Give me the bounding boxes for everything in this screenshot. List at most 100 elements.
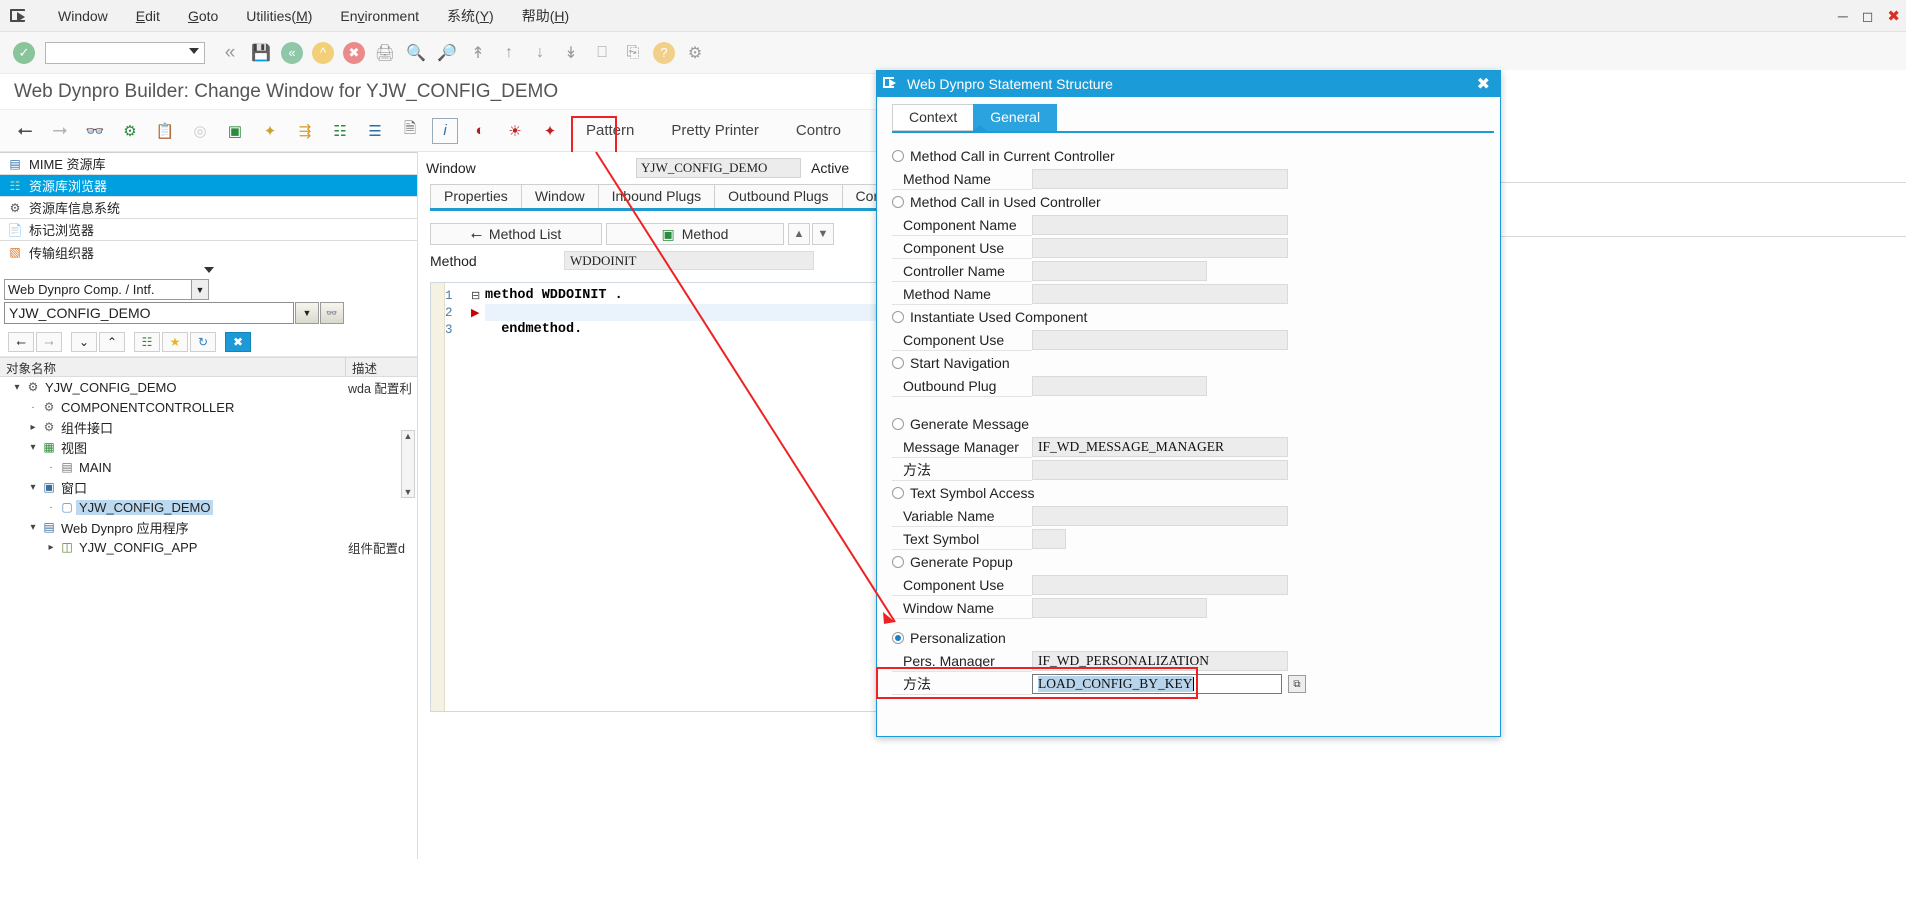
radio-method-call-current[interactable] (892, 149, 904, 162)
menu-item-window[interactable]: Window (44, 4, 122, 28)
chevron-right-icon[interactable]: ▸ (44, 542, 58, 553)
hierarchy-icon[interactable]: ☷ (327, 118, 353, 144)
method-name-used-input[interactable] (1032, 284, 1288, 304)
hierarchy-icon[interactable]: ☷ (134, 332, 160, 352)
option-method-call-current[interactable]: Method Call in Current Controller (892, 145, 1490, 166)
triangle-down-icon[interactable]: ▼ (295, 302, 319, 324)
menu-item-utilities[interactable]: Utilities(M) (232, 4, 326, 28)
chevron-down-icon[interactable] (189, 47, 199, 54)
object-type-select[interactable]: Web Dynpro Comp. / Intf. ▼ (4, 279, 209, 300)
option-start-navigation[interactable]: Start Navigation (892, 352, 1490, 373)
component-use-input[interactable] (1032, 238, 1288, 258)
option-text-symbol-access[interactable]: Text Symbol Access (892, 482, 1490, 503)
option-method-call-used[interactable]: Method Call in Used Controller (892, 191, 1490, 212)
favorites-star-icon[interactable]: ★ (162, 332, 188, 352)
window-name-input[interactable] (1032, 598, 1207, 618)
tree-row[interactable]: ▾ ▦ 视图 (0, 437, 417, 457)
menu-item-help[interactable]: 帮助(H) (508, 2, 583, 30)
radio-instantiate-used-component[interactable] (892, 310, 904, 323)
method-button[interactable]: ▣ Method (606, 223, 784, 245)
repo-item-mime[interactable]: ▤ MIME 资源库 (0, 153, 417, 175)
check-icon[interactable]: ◎ (187, 118, 213, 144)
breakpoint-column[interactable]: ⊟ ▶ (471, 283, 485, 711)
activate-icon[interactable]: ⚙ (117, 118, 143, 144)
pattern-button[interactable]: Pattern (572, 122, 648, 139)
tab-outbound-plugs[interactable]: Outbound Plugs (714, 184, 843, 208)
radio-start-navigation[interactable] (892, 356, 904, 369)
instantiate-component-use-input[interactable] (1032, 330, 1288, 350)
menu-item-goto[interactable]: Goto (174, 4, 232, 28)
copy-icon[interactable]: ⧉ (1288, 675, 1306, 693)
menu-item-edit[interactable]: Edit (122, 4, 174, 28)
repo-item-tagbrowser[interactable]: 📄 标记浏览器 (0, 219, 417, 241)
chevron-down-icon[interactable]: ▾ (26, 522, 40, 533)
wd-statement-wizard-icon[interactable]: ✦ (537, 118, 563, 144)
previous-page-icon[interactable]: ↑ (495, 39, 523, 67)
pers-manager-input[interactable]: IF_WD_PERSONALIZATION (1032, 651, 1288, 671)
radio-generate-popup[interactable] (892, 555, 904, 568)
next-page-icon[interactable]: ↓ (526, 39, 554, 67)
component-name-input[interactable] (1032, 215, 1288, 235)
chevron-down-icon[interactable]: ▼ (191, 280, 208, 299)
scroll-up-icon[interactable]: ▲ (404, 431, 413, 441)
option-generate-popup[interactable]: Generate Popup (892, 551, 1490, 572)
back-green-icon[interactable]: « (278, 39, 306, 67)
tree-row[interactable]: ▸ ◫ YJW_CONFIG_APP 组件配置d (0, 537, 417, 557)
tree-row[interactable]: · ⚙ COMPONENTCONTROLLER (0, 397, 417, 417)
close-x-icon[interactable]: ✖ (225, 332, 251, 352)
info-icon[interactable]: i (432, 117, 458, 144)
web-dynpro-code-icon[interactable]: ⇶ (292, 118, 318, 144)
last-page-icon[interactable]: ↡ (557, 39, 585, 67)
first-page-icon[interactable]: ↟ (464, 39, 492, 67)
tab-window[interactable]: Window (520, 184, 599, 208)
green-check-icon[interactable]: ✓ (10, 39, 38, 67)
radio-personalization[interactable] (892, 631, 904, 644)
command-field[interactable] (45, 41, 205, 64)
find-icon[interactable]: 🔍 (402, 39, 430, 67)
documentation-icon[interactable]: 🗎 (397, 118, 423, 144)
where-used-icon[interactable]: ☀ (502, 118, 528, 144)
menu-item-system[interactable]: 系统(Y) (433, 2, 508, 30)
forward-arrow-icon[interactable]: ⭢ (47, 118, 73, 144)
repo-item-browser[interactable]: ☷ 资源库浏览器 (0, 175, 417, 197)
pers-method-input[interactable]: LOAD_CONFIG_BY_KEY (1032, 674, 1282, 694)
option-instantiate-used-component[interactable]: Instantiate Used Component (892, 306, 1490, 327)
print-icon[interactable]: 🖨 (371, 39, 399, 67)
outbound-plug-input[interactable] (1032, 376, 1207, 396)
radio-method-call-used[interactable] (892, 195, 904, 208)
triangle-down-icon[interactable]: ▼ (812, 223, 834, 245)
tree-row[interactable]: ▸ ⚙ 组件接口 (0, 417, 417, 437)
repo-item-transport[interactable]: ▧ 传输组织器 (0, 241, 417, 263)
option-personalization[interactable]: Personalization (892, 627, 1490, 648)
create-session-icon[interactable]: ⎕ (588, 39, 616, 67)
fold-marker[interactable]: ⊟ (471, 287, 485, 304)
left-panel-scrollbar[interactable]: ▲ ▼ (401, 430, 415, 498)
method-list-button[interactable]: ⭠ Method List (430, 223, 602, 245)
chevron-down-icon[interactable]: ▾ (26, 482, 40, 493)
collapse-all-icon[interactable]: ⌃ (99, 332, 125, 352)
repo-item-infosystem[interactable]: ⚙ 资源库信息系统 (0, 197, 417, 219)
window-value[interactable]: YJW_CONFIG_DEMO (636, 158, 801, 178)
controller-name-input[interactable] (1032, 261, 1207, 281)
expand-all-icon[interactable]: ⌄ (71, 332, 97, 352)
object-name-input[interactable]: YJW_CONFIG_DEMO (4, 302, 294, 324)
tree-row[interactable]: ▾ ⚙ YJW_CONFIG_DEMO wda 配置利 (0, 377, 417, 397)
radio-generate-message[interactable] (892, 417, 904, 430)
chevron-down-icon[interactable]: ▾ (10, 382, 24, 393)
message-method-input[interactable] (1032, 460, 1288, 480)
method-name-input[interactable] (1032, 169, 1288, 189)
find-next-icon[interactable]: 🔎 (433, 39, 461, 67)
back-icon[interactable]: « (216, 39, 244, 67)
close-icon[interactable]: ✖ (1887, 7, 1900, 25)
message-manager-input[interactable]: IF_WD_MESSAGE_MANAGER (1032, 437, 1288, 457)
paste-icon[interactable]: 📋 (152, 118, 178, 144)
option-generate-message[interactable]: Generate Message (892, 413, 1490, 434)
tree-row[interactable]: · ▢ YJW_CONFIG_DEMO (0, 497, 417, 517)
controller-button[interactable]: Contro (782, 122, 855, 139)
help-icon[interactable]: ? (650, 39, 678, 67)
tab-inbound-plugs[interactable]: Inbound Plugs (597, 184, 716, 208)
customize-icon[interactable]: ⚙ (681, 39, 709, 67)
coverage-icon[interactable]: ◐ (467, 118, 493, 144)
tree-row[interactable]: ▾ ▣ 窗口 (0, 477, 417, 497)
create-shortcut-icon[interactable]: ⎘ (619, 39, 647, 67)
